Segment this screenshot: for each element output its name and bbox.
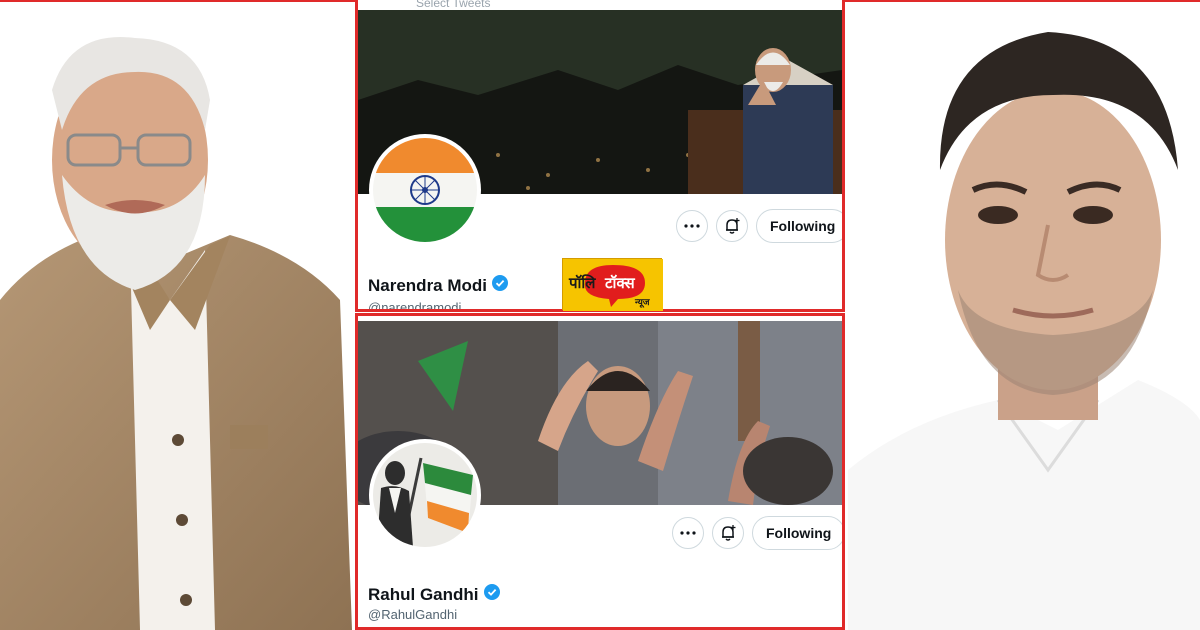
left-portrait-photo: [0, 0, 352, 630]
profile-actions: Following: [672, 516, 842, 550]
profile-name-row: Narendra Modi: [368, 275, 509, 296]
more-icon[interactable]: [676, 210, 708, 242]
svg-text:पॉलि: पॉलि: [568, 274, 596, 292]
politalks-news-logo: पॉलि टॉक्स न्यूज: [562, 258, 663, 311]
more-icon[interactable]: [672, 517, 704, 549]
profile-avatar-india-flag[interactable]: [369, 134, 481, 246]
following-button[interactable]: Following: [756, 209, 842, 243]
profile-display-name: Rahul Gandhi: [368, 584, 479, 604]
following-button[interactable]: Following: [752, 516, 842, 550]
profile-handle: @RahulGandhi: [368, 607, 458, 622]
profile-card-rahul-gandhi: Following Rahul Gandhi @RahulGandhi: [355, 313, 845, 630]
right-portrait-photo: [848, 0, 1200, 630]
verified-badge-icon: [492, 275, 509, 296]
profile-name-row: Rahul Gandhi: [368, 584, 500, 605]
profile-handle: @narendramodi: [368, 300, 462, 312]
profile-actions: Following: [676, 209, 842, 243]
bell-plus-icon[interactable]: [712, 517, 744, 549]
bell-plus-icon[interactable]: [716, 210, 748, 242]
profile-display-name: Narendra Modi: [368, 275, 488, 295]
verified-badge-icon: [483, 584, 500, 605]
svg-text:न्यूज: न्यूज: [634, 298, 650, 308]
select-tweets-peek: Select Tweets: [416, 0, 491, 10]
profile-avatar-flag-bearer[interactable]: [369, 439, 481, 551]
svg-text:टॉक्स: टॉक्स: [604, 274, 636, 292]
